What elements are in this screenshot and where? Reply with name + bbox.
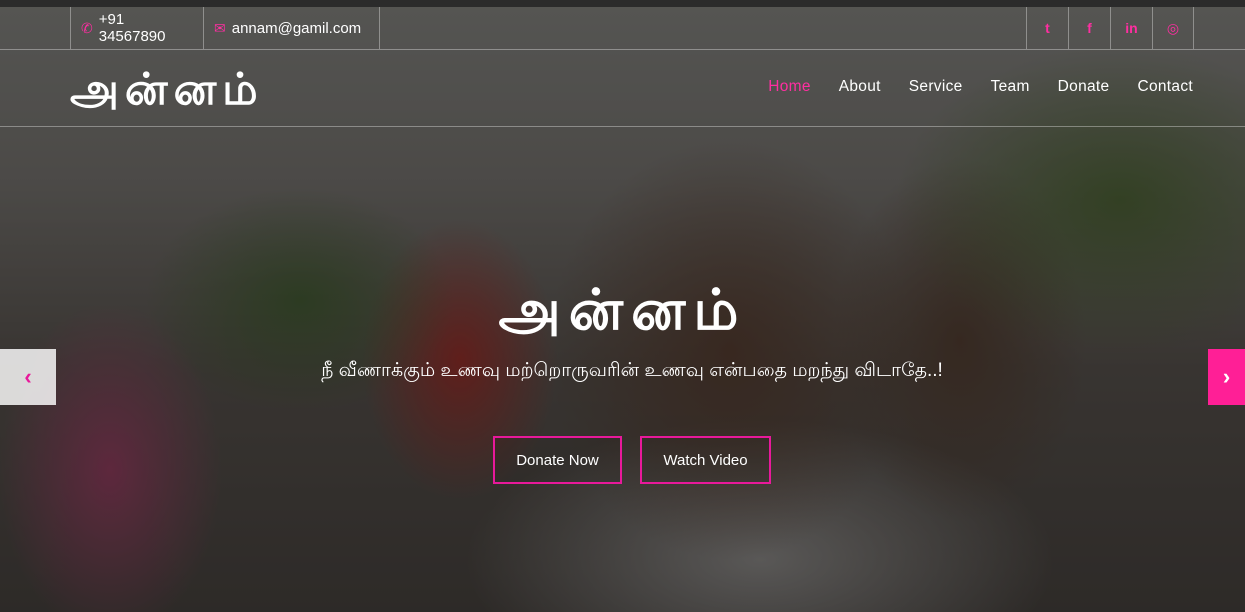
top-bar: ✆ +91 34567890 ✉ annam@gamil.com t f in … — [0, 7, 1245, 50]
instagram-icon[interactable]: ◎ — [1152, 7, 1194, 49]
donate-now-button[interactable]: Donate Now — [493, 436, 622, 484]
social-links: t f in ◎ — [1026, 7, 1194, 49]
hero-subtitle: நீ வீணாக்கும் உணவு மற்றொருவரின் உணவு என்… — [321, 360, 943, 381]
browser-top-strip — [0, 0, 1245, 7]
hero-title: அன்னம் — [498, 278, 747, 343]
main-navbar: அன்னம் Home About Service Team Donate Co… — [0, 50, 1245, 127]
facebook-icon[interactable]: f — [1068, 7, 1110, 49]
linkedin-icon[interactable]: in — [1110, 7, 1152, 49]
phone-contact[interactable]: ✆ +91 34567890 — [70, 7, 203, 49]
envelope-icon: ✉ — [214, 19, 226, 36]
nav-links: Home About Service Team Donate Contact — [740, 78, 1193, 96]
watch-video-button[interactable]: Watch Video — [640, 436, 771, 484]
nav-link-donate[interactable]: Donate — [1058, 78, 1110, 96]
carousel-next-arrow-icon[interactable]: › — [1208, 349, 1245, 405]
carousel-prev-arrow-icon[interactable]: ‹ — [0, 349, 56, 405]
twitter-icon[interactable]: t — [1026, 7, 1068, 49]
nav-link-about[interactable]: About — [839, 78, 881, 96]
email-address: annam@gamil.com — [231, 19, 362, 37]
brand-logo[interactable]: அன்னம் — [70, 64, 264, 121]
phone-number: +91 34567890 — [98, 11, 166, 45]
email-contact[interactable]: ✉ annam@gamil.com — [203, 7, 380, 49]
nav-link-contact[interactable]: Contact — [1137, 78, 1193, 96]
phone-icon: ✆ — [81, 19, 93, 36]
nav-link-team[interactable]: Team — [991, 78, 1030, 96]
nav-link-home[interactable]: Home — [768, 78, 811, 96]
nav-link-service[interactable]: Service — [909, 78, 963, 96]
